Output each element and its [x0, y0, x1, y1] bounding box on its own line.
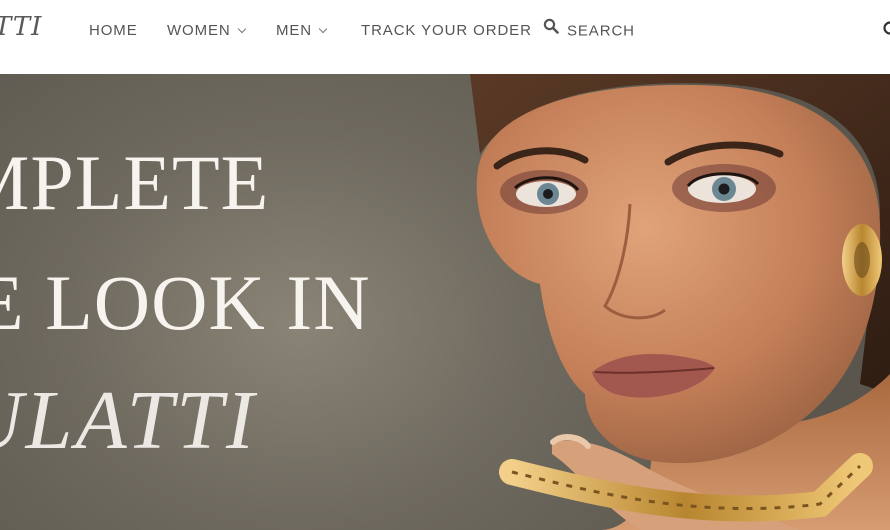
nav-women-label: WOMEN — [167, 22, 231, 39]
nav-track-order[interactable]: TRACK YOUR ORDER — [361, 20, 532, 42]
hero-headline-line-2: E LOOK IN — [0, 259, 371, 346]
nav-women[interactable]: WOMEN — [167, 20, 246, 42]
hero-banner[interactable]: MPLETE E LOOK IN ULATTI — [0, 74, 890, 530]
nav-track-order-label: TRACK YOUR ORDER — [361, 22, 532, 39]
hero-headline-line-3: ULATTI — [0, 374, 257, 467]
nav-men[interactable]: MEN — [276, 20, 328, 42]
search-icon — [543, 18, 559, 41]
chevron-down-icon — [237, 24, 246, 34]
user-icon[interactable] — [882, 20, 890, 36]
nav-home[interactable]: HOME — [89, 20, 138, 42]
nav-search-label: SEARCH — [567, 22, 635, 40]
nav-search[interactable]: SEARCH — [543, 18, 635, 42]
brand-logo[interactable]: TTI — [0, 12, 42, 42]
nav-home-label: HOME — [89, 22, 138, 39]
chevron-down-icon — [318, 24, 328, 34]
site-header: TTI HOME WOMEN MEN TRACK YOUR ORDER SEAR… — [0, 0, 890, 74]
hero-headline-line-1: MPLETE — [0, 139, 270, 226]
nav-men-label: MEN — [276, 22, 313, 39]
